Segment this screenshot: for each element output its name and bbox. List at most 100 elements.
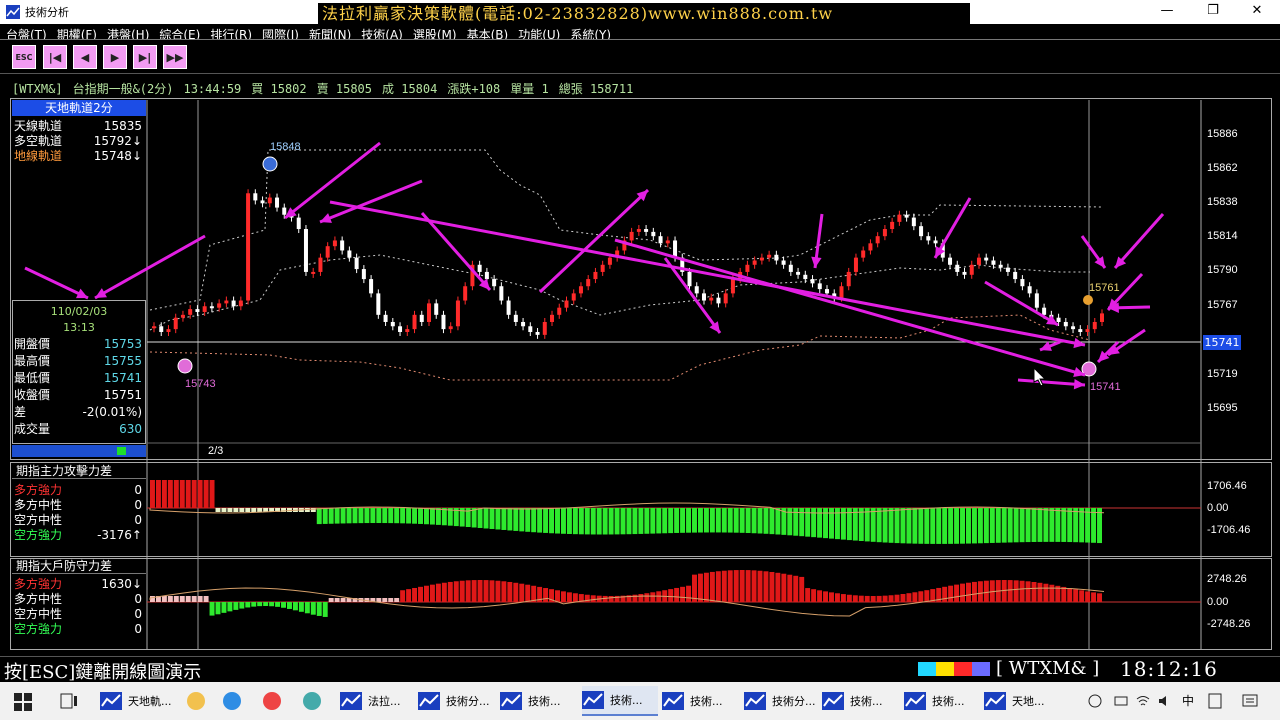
windows-start-icon[interactable] — [14, 693, 32, 711]
person-icon[interactable] — [1088, 694, 1102, 708]
candle-body — [673, 240, 678, 258]
folder-icon[interactable] — [186, 691, 206, 711]
candle-body — [405, 329, 410, 332]
candle-body — [962, 271, 967, 275]
defense-bar — [429, 584, 435, 602]
attack-bar — [650, 508, 656, 534]
defense-bar — [310, 602, 316, 615]
attack-bar — [400, 508, 406, 524]
status-color-2 — [954, 662, 972, 676]
taskbar-item-label: 天地軌... — [128, 695, 172, 708]
taskbar-item[interactable]: 天地... — [984, 686, 1060, 716]
candle-body — [325, 246, 330, 258]
attack-bar — [727, 508, 733, 533]
taskbar-item[interactable]: 技術... — [822, 686, 898, 716]
attack-bar — [447, 508, 453, 526]
taskbar-item-label: 法拉... — [368, 695, 401, 708]
app-chart-icon — [500, 692, 522, 710]
attack-bar — [251, 508, 257, 512]
defense-bar — [489, 580, 495, 602]
attack-bar — [257, 508, 263, 512]
app-chart-icon — [984, 692, 1006, 710]
ime-mode-icon[interactable] — [1208, 693, 1222, 709]
candle-body — [976, 257, 981, 265]
defense-bar — [566, 592, 572, 602]
defense-bar — [477, 580, 483, 602]
attack-bar — [739, 508, 745, 533]
attack-bar — [697, 508, 703, 533]
candle-body — [347, 250, 352, 258]
panel2.axis-tick: 0.00 — [1207, 502, 1229, 514]
candle-body — [376, 293, 381, 315]
candle-body — [767, 254, 772, 258]
defense-bar — [209, 602, 215, 616]
taskbar-item-label: 技術... — [610, 694, 643, 707]
defense-bar — [954, 584, 960, 602]
speaker-icon[interactable] — [1158, 694, 1172, 708]
taskbar-item[interactable]: 技術分... — [418, 686, 494, 716]
panel3.axis-tick: 2748.26 — [1207, 573, 1247, 585]
candle-body — [188, 309, 193, 315]
taskbar-item[interactable]: 技術分... — [744, 686, 820, 716]
defense-bar — [1025, 581, 1031, 602]
notes-icon[interactable] — [302, 691, 322, 711]
network-icon[interactable] — [1114, 694, 1128, 708]
taskbar-item[interactable]: 技術... — [904, 686, 980, 716]
attack-bar — [620, 508, 626, 535]
candle-body — [513, 314, 518, 322]
defense-bar — [304, 602, 310, 614]
attack-bar — [1037, 508, 1043, 542]
defense-bar — [709, 571, 715, 602]
attack-bar — [960, 508, 966, 544]
taskbar-item[interactable]: 天地軌... — [100, 686, 176, 716]
notification-icon[interactable] — [1242, 693, 1258, 709]
defense-bar — [560, 591, 566, 602]
attack-bar — [983, 508, 989, 544]
defense-bar — [275, 602, 281, 607]
candle-body — [897, 214, 902, 222]
taskbar-item[interactable]: 技術... — [500, 686, 576, 716]
taskbar-item[interactable]: 技術... — [582, 686, 658, 716]
attack-bar — [751, 508, 757, 534]
arrow-head — [1073, 337, 1085, 349]
defense-bar — [239, 602, 245, 609]
taskbar-item-label: 技術分... — [772, 695, 816, 708]
attack-bar — [614, 508, 620, 535]
defense-bar — [983, 580, 989, 602]
attack-bar — [775, 508, 781, 535]
candle-body — [217, 303, 222, 308]
chart-canvas[interactable]: 15848 15743 15741 15761 — [0, 0, 1280, 660]
candle-body — [318, 257, 323, 272]
candle-body — [926, 236, 931, 241]
taskbar: 天地軌... 法拉... 技術分... 技術... 技術... 技術... 技術分... 技術… — [0, 682, 1280, 720]
defense-bar — [221, 602, 227, 613]
attack-bar — [936, 508, 942, 544]
candle-body — [723, 293, 728, 304]
taskbar-item[interactable]: 法拉... — [340, 686, 416, 716]
defense-bar — [751, 570, 757, 602]
edge-icon[interactable] — [222, 691, 242, 711]
defense-bar — [829, 592, 834, 602]
ime-indicator[interactable]: 中 — [1182, 692, 1194, 709]
ground-channel-line — [149, 314, 1091, 381]
defense-bar — [1007, 580, 1013, 602]
attack-bar — [674, 508, 680, 533]
attack-bar — [596, 508, 602, 535]
attack-bar — [578, 508, 584, 535]
chrome-icon[interactable] — [262, 691, 282, 711]
candle-body — [578, 286, 583, 294]
taskbar-item[interactable]: 技術... — [662, 686, 738, 716]
task-view-icon[interactable] — [60, 693, 78, 709]
candle-body — [311, 271, 316, 274]
defense-bar — [739, 570, 745, 602]
candle-body — [882, 229, 887, 237]
defense-bar — [334, 598, 340, 602]
defense-bar — [769, 571, 775, 602]
defense-bar — [185, 596, 191, 602]
candle-body — [774, 254, 779, 261]
attack-bar — [161, 480, 167, 508]
wifi-icon[interactable] — [1136, 694, 1150, 708]
attack-bar — [971, 508, 977, 544]
panel2.axis-tick: -1706.46 — [1207, 524, 1251, 536]
candle-body — [716, 297, 721, 304]
